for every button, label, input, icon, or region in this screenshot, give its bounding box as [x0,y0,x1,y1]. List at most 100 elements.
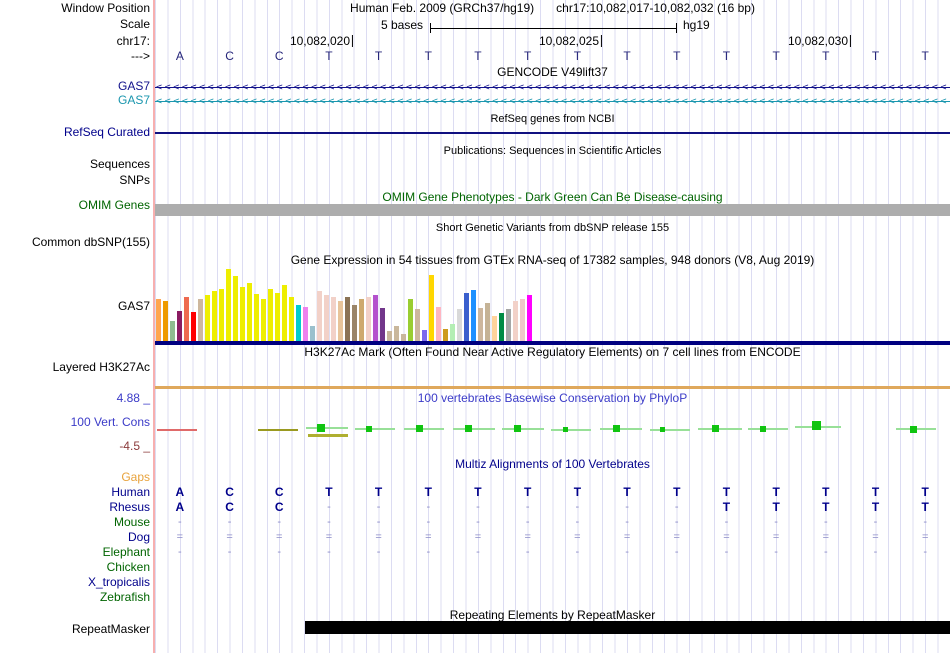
multiz-row-label-mouse[interactable]: Mouse [114,516,150,529]
multiz-title: Multiz Alignments of 100 Vertebrates [455,457,650,471]
gtex-tissue-bar [345,297,350,341]
multiz-cell: = [325,531,333,543]
phylop-mark [660,427,665,432]
gtex-tissue-bar [436,307,441,341]
track-label-common-dbsnp[interactable]: Common dbSNP(155) [32,236,150,249]
gtex-tissue-bar [527,295,532,341]
sequence-base: T [623,49,631,63]
multiz-cell: - [674,501,679,513]
gtex-tissue-bar [380,308,385,341]
gene-strand-arrows: <<<<<<<<<<<<<<<<<<<<<<<<<<<<<<<<<<<<<<<<… [156,82,949,93]
gene-label-gas7-1[interactable]: GAS7 [118,94,150,107]
gtex-tissue-bar [415,309,420,341]
sequence-base: T [325,49,333,63]
gtex-tissue-bar [443,329,448,341]
gtex-tissue-bar [331,297,336,341]
position-range: chr17:10,082,017-10,082,032 (16 bp) [556,1,755,15]
h3k27ac-signal-line[interactable] [155,386,950,389]
multiz-cell: - [376,501,381,513]
sequence-base: T [424,49,432,63]
gtex-tissue-bar [366,297,371,341]
multiz-cell: = [772,531,780,543]
omim-gene-bar[interactable] [155,204,950,216]
multiz-cell: T [474,485,482,499]
gtex-tissue-bar [177,311,182,341]
multiz-cell: T [524,485,532,499]
multiz-cell: - [674,546,679,558]
track-label-sequences[interactable]: Sequences [90,158,150,171]
track-label-omim-genes[interactable]: OMIM Genes [79,199,150,212]
multiz-cell: T [921,500,929,514]
gtex-tissue-bar [387,331,392,341]
multiz-cell: = [176,531,184,543]
phylop-mark [600,428,642,430]
multiz-row-label-zebrafish[interactable]: Zebrafish [100,591,150,604]
multiz-cell: - [476,501,480,513]
gencode-title: GENCODE V49lift37 [497,65,608,79]
multiz-cell: - [823,546,828,558]
track-label-refseq-curated[interactable]: RefSeq Curated [64,126,150,139]
gene-label-gas7-0[interactable]: GAS7 [118,80,150,93]
sequence-base: C [274,49,284,63]
genome-browser: Window Position Human Feb. 2009 (GRCh37/… [0,0,950,653]
multiz-cell: - [376,546,381,558]
gtex-tissue-bar [429,275,434,341]
gtex-tissue-bar [275,293,280,341]
gtex-tissue-bar [338,301,343,341]
sequence-base: T [474,49,482,63]
phylop-mark [157,429,197,431]
multiz-cell: - [525,501,530,513]
multiz-cell: = [276,531,283,543]
multiz-cell: - [823,516,828,528]
multiz-row-label-rhesus[interactable]: Rhesus [109,501,150,514]
multiz-cell: = [226,531,233,543]
track-label-100-vert-cons[interactable]: 100 Vert. Cons [71,416,150,429]
multiz-cell: - [376,516,381,528]
multiz-cell: - [476,516,480,528]
multiz-cell: T [772,500,780,514]
track-label-snps[interactable]: SNPs [119,174,150,187]
sequence-base: T [772,49,780,63]
gtex-tissue-bar [303,307,308,341]
multiz-row-label-elephant[interactable]: Elephant [103,546,150,559]
gtex-tissue-bar [282,285,287,341]
gtex-tissue-bar [219,289,224,341]
gtex-tissue-bar [261,299,266,341]
assembly-name: Human Feb. 2009 (GRCh37/hg19) [350,1,535,15]
phylop-mark [453,428,495,430]
multiz-cell: C [225,500,234,514]
multiz-cell: - [873,516,878,528]
gtex-tissue-bar [513,301,518,341]
multiz-row-label-x_tropicalis[interactable]: X_tropicalis [88,576,150,589]
multiz-cell: - [327,501,331,513]
multiz-cell: T [722,485,731,499]
phylop-axis-min: -4.5 _ [119,439,150,453]
track-label-repeatmasker[interactable]: RepeatMasker [72,623,150,636]
multiz-cell: = [574,531,581,543]
multiz-row-label-gaps[interactable]: Gaps [121,471,150,484]
multiz-cell: = [474,531,482,543]
phylop-mark [465,425,472,432]
gtex-tissue-bar [247,283,252,341]
strand-label: ---> [131,49,150,63]
gtex-tissue-bar [212,291,217,341]
gtex-tissue-bar [373,295,378,341]
track-label-gtex-gas7[interactable]: GAS7 [118,300,150,313]
phylop-mark [712,425,719,432]
gtex-bar-chart[interactable] [156,269,546,341]
multiz-cell: - [227,516,232,528]
multiz-cell: A [175,500,185,514]
multiz-cell: T [623,485,631,499]
multiz-row-label-human[interactable]: Human [111,486,150,499]
gene-strand-arrows: <<<<<<<<<<<<<<<<<<<<<<<<<<<<<<<<<<<<<<<<… [156,96,949,107]
multiz-row-label-dog[interactable]: Dog [128,531,150,544]
multiz-row-label-chicken[interactable]: Chicken [107,561,150,574]
refseq-gene-line[interactable] [155,132,950,134]
multiz-cell: = [921,531,929,543]
multiz-cell: = [872,531,879,543]
track-label-layered-h3k27ac[interactable]: Layered H3K27Ac [53,361,150,374]
phylop-mark [308,434,348,437]
scale-ruler [430,23,677,33]
repeatmasker-element-bar[interactable] [305,621,950,634]
sequence-base: T [524,49,532,63]
